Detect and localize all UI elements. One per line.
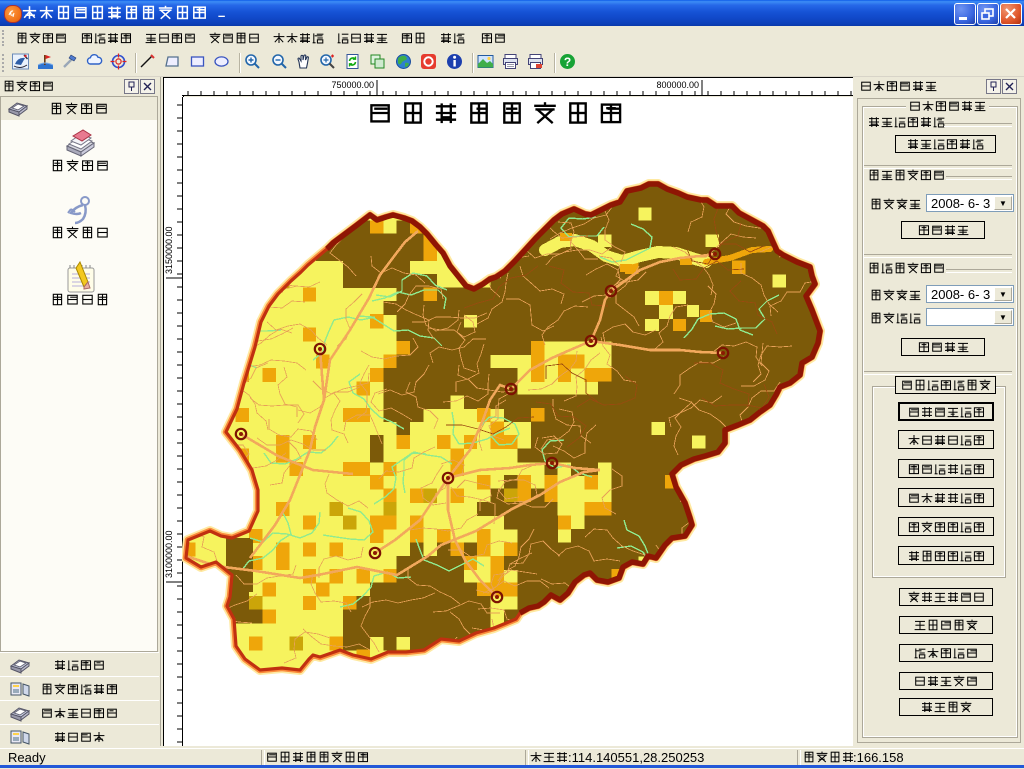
- svg-text:750000.00: 750000.00: [331, 80, 374, 90]
- svg-text:3100000.00: 3100000.00: [164, 530, 174, 578]
- svg-text:?: ?: [564, 55, 571, 69]
- svg-text:3150000.00: 3150000.00: [164, 226, 174, 274]
- svg-text:800000.00: 800000.00: [656, 80, 699, 90]
